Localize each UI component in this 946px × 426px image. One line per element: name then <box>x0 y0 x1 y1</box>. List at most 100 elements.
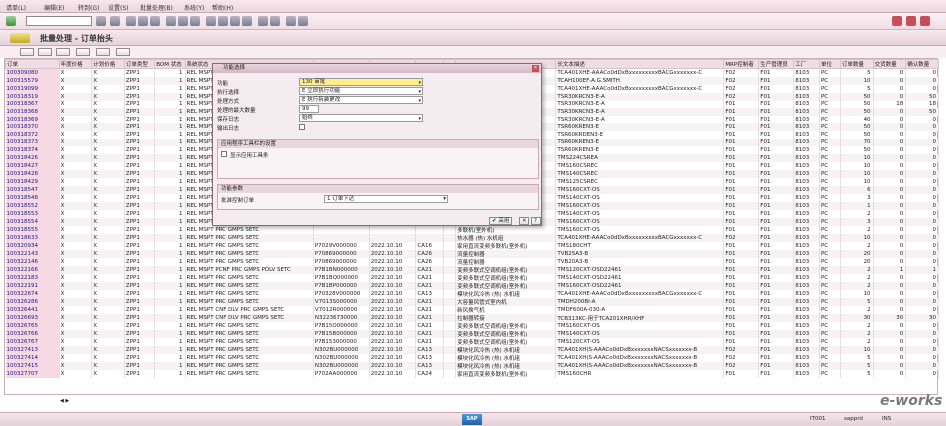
column-header[interactable]: 交货数量 <box>872 59 907 69</box>
field-input[interactable]: 始终 ▾ <box>299 114 423 122</box>
table-cell[interactable]: 100326693 <box>5 313 60 322</box>
field-input[interactable]: E 立即执行功能 ▾ <box>299 87 423 95</box>
table-row[interactable]: 100327707 X X ZPP1 1 REL MSPT PRC GMPS SETC P7… <box>5 369 939 378</box>
menu-item[interactable]: 设置(S) <box>108 3 129 12</box>
new-session-icon[interactable] <box>258 16 268 26</box>
table-cell[interactable]: 100322143 <box>5 249 60 258</box>
column-header[interactable]: BOM 状态 <box>154 59 186 69</box>
table-cell[interactable]: 100327413 <box>5 345 60 354</box>
command-field[interactable] <box>26 16 92 26</box>
menu-item[interactable]: 请单(L) <box>6 3 26 12</box>
close-icon[interactable] <box>920 16 930 26</box>
field-input[interactable]: 130 审批 ▾ <box>299 78 423 86</box>
table-cell[interactable]: 100318427 <box>5 161 60 170</box>
table-cell[interactable]: 100318548 <box>5 193 60 202</box>
table-row[interactable]: 100326693 X X ZPP1 1 REL MSPT CNF DLV PRC GMP… <box>5 313 939 322</box>
table-cell[interactable]: 100322166 <box>5 265 60 274</box>
table-cell[interactable]: 100309080 <box>5 68 60 77</box>
column-header[interactable]: 计划价格 <box>91 59 125 69</box>
table-row[interactable]: 100322674 X X ZPP1 1 REL MSPT PRC GMPS SETC P7… <box>5 289 939 298</box>
column-header[interactable]: 长文本描述 <box>555 59 725 69</box>
table-cell[interactable]: 100326765 <box>5 321 60 330</box>
table-cell[interactable]: 100322183 <box>5 273 60 282</box>
table-cell[interactable]: 100318553 <box>5 209 60 218</box>
table-row[interactable]: 100322146 X X ZPP1 1 REL MSPT PRC GMPS SETC P7… <box>5 257 939 266</box>
back-icon[interactable] <box>126 16 136 26</box>
cancel-button[interactable]: ✕ <box>519 217 529 225</box>
table-cell[interactable]: 100326767 <box>5 337 60 346</box>
table-cell[interactable]: 100326286 <box>5 297 60 306</box>
table-cell[interactable]: 100318547 <box>5 185 60 194</box>
save-icon[interactable] <box>110 16 120 26</box>
table-row[interactable]: 100322191 X X ZPP1 1 REL MSPT PRC GMPS SETC P7… <box>5 281 939 290</box>
table-cell[interactable]: 100327707 <box>5 369 60 378</box>
table-row[interactable]: 100326765 X X ZPP1 1 REL MSPT PRC GMPS SETC P7… <box>5 321 939 330</box>
minimize-icon[interactable] <box>892 16 902 26</box>
menu-item[interactable]: 转到(G) <box>78 3 99 12</box>
menu-item[interactable]: 帮助(H) <box>212 3 233 12</box>
table-cell[interactable]: 100318370 <box>5 123 60 131</box>
deselect-button[interactable] <box>56 48 70 56</box>
table-cell[interactable]: 100318368 <box>5 108 60 116</box>
table-cell[interactable]: 100318554 <box>5 217 60 226</box>
table-cell[interactable]: 100318633 <box>5 233 60 242</box>
help-button[interactable]: ? <box>531 217 541 225</box>
table-cell[interactable]: 100318555 <box>5 225 60 234</box>
table-cell[interactable]: 100319099 <box>5 85 60 93</box>
table-row[interactable]: 100326441 X X ZPP1 1 REL MSPT CNF DLV PRC GMP… <box>5 305 939 314</box>
column-header[interactable]: 订单 <box>5 59 60 69</box>
find-icon[interactable] <box>178 16 188 26</box>
dialog-close-icon[interactable]: ✕ <box>532 65 539 72</box>
table-cell[interactable]: 100318374 <box>5 146 60 154</box>
help-icon[interactable] <box>286 16 296 26</box>
find-next-icon[interactable] <box>190 16 200 26</box>
menu-item[interactable]: 系统(Y) <box>184 3 204 12</box>
table-cell[interactable]: 100326766 <box>5 329 60 338</box>
column-header[interactable]: 年度价格 <box>58 59 93 69</box>
shortcut-icon[interactable] <box>270 16 280 26</box>
execute-button[interactable] <box>20 48 34 56</box>
table-cell[interactable]: 100320934 <box>5 241 60 250</box>
table-cell[interactable]: 100318429 <box>5 177 60 186</box>
table-row[interactable]: 100327414 X X ZPP1 1 REL MSPT PRC GMPS SETC N3… <box>5 353 939 362</box>
table-row[interactable]: 100326766 X X ZPP1 1 REL MSPT PRC GMPS SETC P7… <box>5 329 939 338</box>
table-row[interactable]: 100322183 X X ZPP1 1 REL MSPT PRC GMPS SETC P7… <box>5 273 939 282</box>
table-cell[interactable]: 100318319 <box>5 93 60 101</box>
menu-item[interactable]: 编辑(E) <box>44 3 64 12</box>
export-button[interactable] <box>116 48 130 56</box>
enter-icon[interactable] <box>6 16 16 26</box>
table-cell[interactable]: 100327415 <box>5 361 60 370</box>
table-cell[interactable]: 100326441 <box>5 305 60 314</box>
table-cell[interactable]: 100322674 <box>5 289 60 298</box>
table-cell[interactable]: 100318369 <box>5 115 60 124</box>
column-header[interactable]: MRP控制者 <box>723 59 760 69</box>
table-cell[interactable]: 100322191 <box>5 281 60 290</box>
table-cell[interactable]: 100318372 <box>5 130 60 139</box>
dropdown-icon[interactable] <box>96 16 106 26</box>
table-cell[interactable]: 100318428 <box>5 169 60 178</box>
table-row[interactable]: 100322166 X X ZPP1 1 REL MSPT PCNF PRC GMPS P… <box>5 265 939 274</box>
menu-item[interactable]: 批量处理(B) <box>140 3 173 12</box>
select-all-button[interactable] <box>38 48 52 56</box>
table-cell[interactable]: 100318426 <box>5 153 60 162</box>
table-row[interactable]: 100318633 X X ZPP1 1 REL MSPT PRC GMPS SETC 热水… <box>5 233 939 242</box>
last-page-icon[interactable] <box>242 16 252 26</box>
table-row[interactable]: 100322143 X X ZPP1 1 REL MSPT PRC GMPS SETC P7… <box>5 249 939 258</box>
table-cell[interactable]: 100318373 <box>5 138 60 147</box>
column-header[interactable]: 确认数量 <box>905 59 939 69</box>
show-toolbar-checkbox[interactable] <box>221 151 227 157</box>
prev-page-icon[interactable] <box>218 16 228 26</box>
print-icon[interactable] <box>166 16 176 26</box>
output-log-checkbox[interactable] <box>299 124 305 130</box>
adopt-button[interactable]: ✔ 采用 <box>489 217 513 225</box>
table-row[interactable]: 100327413 X X ZPP1 1 REL MSPT PRC GMPS SETC N3… <box>5 345 939 354</box>
horizontal-scrollbar[interactable]: ◀ ▶ <box>60 397 80 404</box>
table-cell[interactable]: 100322146 <box>5 257 60 266</box>
table-row[interactable]: 100320934 X X ZPP1 1 REL MSPT PRC GMPS SETC P7… <box>5 241 939 250</box>
table-cell[interactable]: 100315579 <box>5 77 60 85</box>
table-row[interactable]: 100326767 X X ZPP1 1 REL MSPT PRC GMPS SETC P7… <box>5 337 939 346</box>
column-header[interactable]: 订单数量 <box>839 59 874 69</box>
column-header[interactable]: 生产管理员 <box>758 59 795 69</box>
table-row[interactable]: 100326286 X X ZPP1 1 REL MSPT PRC GMPS SETC V7… <box>5 297 939 306</box>
maximize-icon[interactable] <box>906 16 916 26</box>
